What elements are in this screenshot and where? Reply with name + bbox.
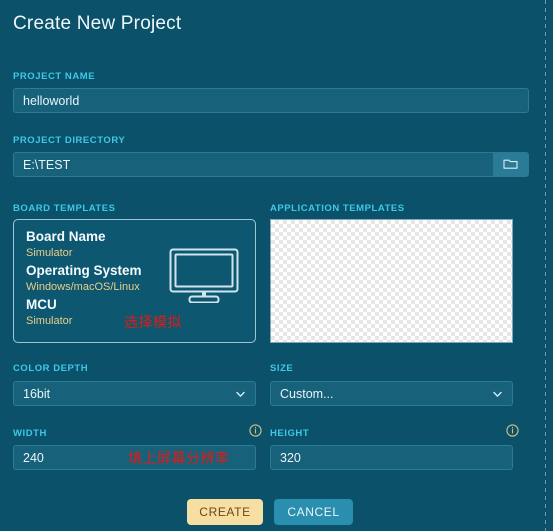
size-select-box[interactable]: Custom... — [270, 381, 513, 406]
size-value: Custom... — [280, 386, 334, 401]
info-icon[interactable] — [249, 424, 262, 442]
info-icon[interactable] — [506, 424, 519, 442]
chevron-down-icon — [235, 388, 246, 399]
project-directory-label: PROJECT DIRECTORY — [13, 135, 126, 146]
width-field-wrapper — [13, 445, 256, 470]
cancel-button[interactable]: CANCEL — [274, 499, 353, 525]
project-directory-input[interactable] — [13, 152, 529, 177]
mcu-heading: MCU — [26, 297, 57, 312]
board-selection-annotation: 选择模拟 — [124, 315, 182, 331]
browse-directory-button[interactable] — [493, 153, 528, 176]
operating-system-heading: Operating System — [26, 263, 142, 278]
board-name-heading: Board Name — [26, 229, 106, 244]
project-directory-field-wrapper — [13, 152, 529, 177]
application-templates-label: APPLICATION TEMPLATES — [270, 203, 405, 214]
monitor-icon — [169, 248, 239, 308]
color-depth-label: COLOR DEPTH — [13, 363, 89, 374]
height-input[interactable] — [270, 445, 513, 470]
panel-divider — [545, 0, 546, 531]
project-name-label: PROJECT NAME — [13, 71, 96, 82]
chevron-down-icon — [492, 388, 503, 399]
width-input[interactable] — [13, 445, 256, 470]
operating-system-value: Windows/macOS/Linux — [26, 281, 140, 293]
color-depth-select-box[interactable]: 16bit — [13, 381, 256, 406]
board-templates-label: BOARD TEMPLATES — [13, 203, 116, 214]
project-name-input[interactable] — [13, 88, 529, 113]
color-depth-value: 16bit — [23, 386, 51, 401]
create-new-project-dialog: Create New Project PROJECT NAME PROJECT … — [0, 0, 553, 531]
width-label: WIDTH — [13, 428, 47, 439]
size-select[interactable]: Custom... — [270, 381, 513, 406]
project-name-field-wrapper — [13, 88, 529, 113]
application-templates-list[interactable] — [270, 219, 513, 343]
color-depth-select[interactable]: 16bit — [13, 381, 256, 406]
folder-icon — [503, 157, 518, 173]
size-label: SIZE — [270, 363, 294, 374]
create-button[interactable]: CREATE — [187, 499, 263, 525]
height-field-wrapper — [270, 445, 513, 470]
board-name-value: Simulator — [26, 247, 73, 259]
dialog-title: Create New Project — [13, 13, 182, 34]
height-label: HEIGHT — [270, 428, 310, 439]
